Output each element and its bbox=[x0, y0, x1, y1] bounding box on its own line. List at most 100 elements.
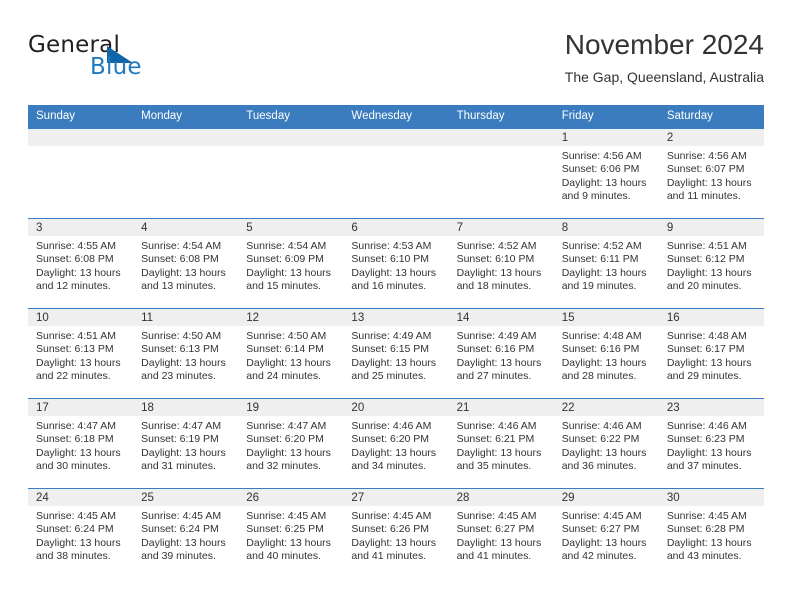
sunset-time: Sunset: 6:10 PM bbox=[351, 253, 430, 266]
calendar-day-cell[interactable]: 9 Sunrise: 4:51 AM Sunset: 6:12 PM Daylight… bbox=[658, 218, 764, 308]
daylight-duration-line1: Daylight: 13 hours bbox=[456, 536, 542, 549]
calendar-day-cell[interactable]: 23 Sunrise: 4:46 AM Sunset: 6:23 PM Dayligh… bbox=[658, 398, 764, 488]
calendar-day-cell[interactable]: 28 Sunrise: 4:45 AM Sunset: 6:27 PM Dayligh… bbox=[448, 488, 554, 578]
calendar-day-cell[interactable]: 30 Sunrise: 4:45 AM Sunset: 6:28 PM Dayligh… bbox=[658, 488, 764, 578]
day-number bbox=[238, 129, 344, 146]
day-number: 11 bbox=[133, 309, 239, 326]
daylight-duration-line1: Daylight: 13 hours bbox=[561, 176, 647, 189]
daylight-duration-line1: Daylight: 13 hours bbox=[141, 266, 226, 279]
calendar-day-cell[interactable]: 27 Sunrise: 4:45 AM Sunset: 6:26 PM Dayligh… bbox=[343, 488, 449, 578]
day-number: 29 bbox=[553, 489, 659, 506]
day-number: 9 bbox=[658, 219, 764, 236]
calendar-week-row: 3 Sunrise: 4:55 AM Sunset: 6:08 PM Daylight… bbox=[28, 218, 764, 308]
daylight-duration-line1: Daylight: 13 hours bbox=[246, 446, 331, 459]
calendar-day-cell[interactable]: 6 Sunrise: 4:53 AM Sunset: 6:10 PM Daylight… bbox=[343, 218, 449, 308]
day-number: 10 bbox=[28, 309, 134, 326]
daylight-duration-line1: Daylight: 13 hours bbox=[666, 446, 752, 459]
calendar-day-cell[interactable]: 7 Sunrise: 4:52 AM Sunset: 6:10 PM Daylight… bbox=[448, 218, 554, 308]
sunrise-time: Sunrise: 4:45 AM bbox=[561, 510, 642, 522]
sunrise-time: Sunrise: 4:50 AM bbox=[141, 330, 222, 342]
day-details: Sunrise: 4:46 AM Sunset: 6:22 PM Daylight:… bbox=[554, 416, 659, 474]
calendar-day-cell[interactable]: 25 Sunrise: 4:45 AM Sunset: 6:24 PM Dayligh… bbox=[133, 488, 239, 578]
title-block: November 2024 The Gap, Queensland, Austr… bbox=[565, 28, 764, 86]
calendar-day-cell[interactable]: 4 Sunrise: 4:54 AM Sunset: 6:08 PM Daylight… bbox=[133, 218, 239, 308]
brand-logo[interactable]: General Blue bbox=[28, 32, 208, 88]
calendar-day-cell[interactable]: 8 Sunrise: 4:52 AM Sunset: 6:11 PM Daylight… bbox=[553, 218, 659, 308]
day-number bbox=[448, 129, 554, 146]
day-number: 8 bbox=[553, 219, 659, 236]
calendar-day-cell[interactable]: 1 Sunrise: 4:56 AM Sunset: 6:06 PM Daylight… bbox=[553, 128, 659, 218]
weekday-header-wednesday: Wednesday bbox=[351, 110, 412, 122]
day-number: 28 bbox=[448, 489, 554, 506]
calendar-day-cell[interactable]: 18 Sunrise: 4:47 AM Sunset: 6:19 PM Dayligh… bbox=[133, 398, 239, 488]
day-details: Sunrise: 4:52 AM Sunset: 6:11 PM Daylight:… bbox=[554, 236, 659, 294]
daylight-duration-line2: and 35 minutes. bbox=[456, 460, 532, 473]
weekday-header-monday: Monday bbox=[141, 110, 183, 122]
daylight-duration-line1: Daylight: 13 hours bbox=[246, 266, 331, 279]
calendar-day-cell[interactable]: 20 Sunrise: 4:46 AM Sunset: 6:20 PM Dayligh… bbox=[343, 398, 449, 488]
day-details: Sunrise: 4:49 AM Sunset: 6:16 PM Daylight:… bbox=[449, 326, 554, 384]
calendar-day-cell[interactable]: 3 Sunrise: 4:55 AM Sunset: 6:08 PM Daylight… bbox=[28, 218, 134, 308]
daylight-duration-line1: Daylight: 13 hours bbox=[561, 266, 647, 279]
page-header: General Blue November 2024 The Gap, Quee… bbox=[28, 28, 764, 98]
daylight-duration-line2: and 9 minutes. bbox=[561, 190, 631, 203]
sunrise-time: Sunrise: 4:49 AM bbox=[351, 330, 432, 342]
calendar-day-cell[interactable]: 10 Sunrise: 4:51 AM Sunset: 6:13 PM Dayligh… bbox=[28, 308, 134, 398]
day-number bbox=[133, 129, 239, 146]
day-number: 21 bbox=[448, 399, 554, 416]
calendar-day-cell-empty bbox=[133, 128, 239, 218]
sunset-time: Sunset: 6:08 PM bbox=[36, 253, 114, 266]
calendar-day-cell[interactable]: 29 Sunrise: 4:45 AM Sunset: 6:27 PM Dayligh… bbox=[553, 488, 659, 578]
sunset-time: Sunset: 6:24 PM bbox=[36, 523, 114, 536]
page-subtitle: The Gap, Queensland, Australia bbox=[564, 69, 764, 85]
day-number: 12 bbox=[238, 309, 344, 326]
calendar-day-cell[interactable]: 22 Sunrise: 4:46 AM Sunset: 6:22 PM Dayligh… bbox=[553, 398, 659, 488]
sunset-time: Sunset: 6:24 PM bbox=[141, 523, 219, 536]
calendar-day-cell[interactable]: 17 Sunrise: 4:47 AM Sunset: 6:18 PM Dayligh… bbox=[28, 398, 134, 488]
day-details: Sunrise: 4:46 AM Sunset: 6:23 PM Daylight:… bbox=[659, 416, 764, 474]
calendar-day-cell-empty bbox=[238, 128, 344, 218]
daylight-duration-line1: Daylight: 13 hours bbox=[666, 536, 752, 549]
sunset-time: Sunset: 6:12 PM bbox=[666, 253, 745, 266]
calendar-day-cell[interactable]: 15 Sunrise: 4:48 AM Sunset: 6:16 PM Dayligh… bbox=[553, 308, 659, 398]
daylight-duration-line2: and 27 minutes. bbox=[456, 370, 532, 383]
calendar-day-cell[interactable]: 14 Sunrise: 4:49 AM Sunset: 6:16 PM Dayligh… bbox=[448, 308, 554, 398]
sunset-time: Sunset: 6:13 PM bbox=[141, 343, 219, 356]
sunrise-time: Sunrise: 4:45 AM bbox=[36, 510, 116, 522]
daylight-duration-line2: and 40 minutes. bbox=[246, 550, 321, 563]
calendar-day-cell[interactable]: 21 Sunrise: 4:46 AM Sunset: 6:21 PM Dayligh… bbox=[448, 398, 554, 488]
day-number: 19 bbox=[238, 399, 344, 416]
daylight-duration-line1: Daylight: 13 hours bbox=[246, 356, 331, 369]
sunset-time: Sunset: 6:28 PM bbox=[666, 523, 745, 536]
sunset-time: Sunset: 6:27 PM bbox=[456, 523, 535, 536]
sunset-time: Sunset: 6:15 PM bbox=[351, 343, 430, 356]
daylight-duration-line1: Daylight: 13 hours bbox=[666, 266, 752, 279]
sunset-time: Sunset: 6:09 PM bbox=[246, 253, 324, 266]
calendar-day-cell[interactable]: 26 Sunrise: 4:45 AM Sunset: 6:25 PM Dayligh… bbox=[238, 488, 344, 578]
daylight-duration-line2: and 19 minutes. bbox=[561, 280, 637, 293]
day-details: Sunrise: 4:50 AM Sunset: 6:13 PM Daylight:… bbox=[133, 326, 238, 384]
daylight-duration-line2: and 18 minutes. bbox=[456, 280, 532, 293]
daylight-duration-line2: and 22 minutes. bbox=[36, 370, 111, 383]
sunrise-time: Sunrise: 4:47 AM bbox=[36, 420, 116, 432]
sunrise-time: Sunrise: 4:45 AM bbox=[666, 510, 747, 522]
day-number: 3 bbox=[28, 219, 134, 236]
daylight-duration-line2: and 43 minutes. bbox=[666, 550, 742, 563]
daylight-duration-line2: and 32 minutes. bbox=[246, 460, 321, 473]
calendar-day-cell[interactable]: 11 Sunrise: 4:50 AM Sunset: 6:13 PM Dayligh… bbox=[133, 308, 239, 398]
calendar-day-cell[interactable]: 2 Sunrise: 4:56 AM Sunset: 6:07 PM Daylight… bbox=[658, 128, 764, 218]
brand-name-blue: Blue bbox=[90, 54, 142, 80]
daylight-duration-line1: Daylight: 13 hours bbox=[141, 446, 226, 459]
daylight-duration-line2: and 29 minutes. bbox=[666, 370, 742, 383]
sunrise-time: Sunrise: 4:47 AM bbox=[141, 420, 222, 432]
calendar-day-cell[interactable]: 13 Sunrise: 4:49 AM Sunset: 6:15 PM Dayligh… bbox=[343, 308, 449, 398]
day-number: 7 bbox=[448, 219, 554, 236]
calendar-day-cell[interactable]: 16 Sunrise: 4:48 AM Sunset: 6:17 PM Dayligh… bbox=[658, 308, 764, 398]
calendar-day-cell[interactable]: 12 Sunrise: 4:50 AM Sunset: 6:14 PM Dayligh… bbox=[238, 308, 344, 398]
day-number: 13 bbox=[343, 309, 449, 326]
calendar-day-cell[interactable]: 5 Sunrise: 4:54 AM Sunset: 6:09 PM Daylight… bbox=[238, 218, 344, 308]
calendar-day-cell[interactable]: 24 Sunrise: 4:45 AM Sunset: 6:24 PM Dayligh… bbox=[28, 488, 134, 578]
day-details: Sunrise: 4:47 AM Sunset: 6:18 PM Daylight:… bbox=[28, 416, 133, 474]
sunset-time: Sunset: 6:08 PM bbox=[141, 253, 219, 266]
calendar-day-cell[interactable]: 19 Sunrise: 4:47 AM Sunset: 6:20 PM Dayligh… bbox=[238, 398, 344, 488]
